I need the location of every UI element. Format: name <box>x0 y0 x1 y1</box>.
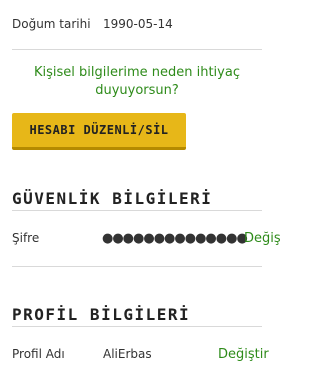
password-label: Şifre <box>12 231 40 245</box>
change-password-link[interactable]: Değiş <box>244 231 281 246</box>
change-profile-name-link[interactable]: Değiştir <box>218 347 269 362</box>
profile-name-value: AliErbas <box>103 347 152 361</box>
birth-date-label: Doğum tarihi <box>12 17 91 31</box>
why-personal-info-link[interactable]: Kişisel bilgilerime neden ihtiyaç duyuyo… <box>20 64 254 100</box>
profile-section-title: PROFİL BİLGİLERİ <box>12 305 191 324</box>
edit-delete-account-button[interactable]: HESABI DÜZENLİ/SİL <box>12 113 186 150</box>
password-mask: ●●●●●●●●●●●●●● <box>102 231 248 246</box>
birth-date-value: 1990-05-14 <box>103 17 173 31</box>
profile-name-label: Profil Adı <box>12 347 65 361</box>
divider <box>12 326 262 327</box>
divider <box>12 49 262 50</box>
divider <box>12 210 262 211</box>
security-section-title: GÜVENLİK BİLGİLERİ <box>12 189 213 208</box>
divider <box>12 266 262 267</box>
